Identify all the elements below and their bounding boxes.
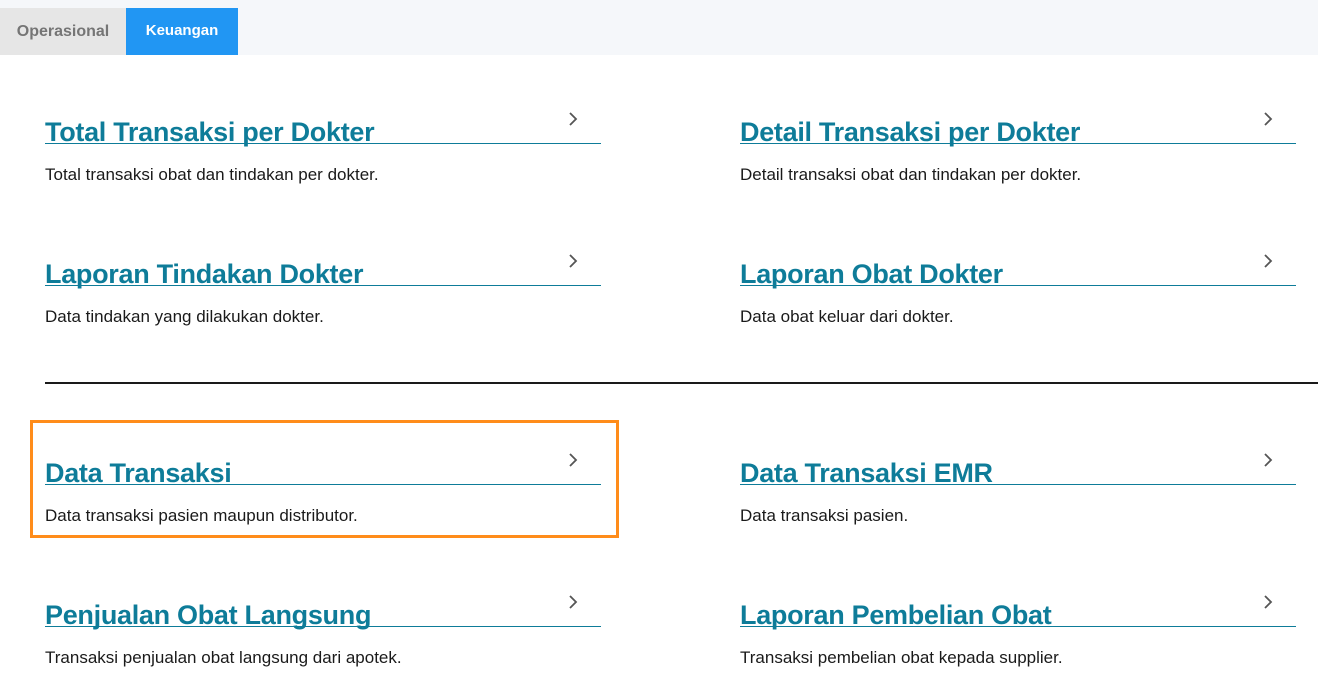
card-title[interactable]: Penjualan Obat Langsung xyxy=(45,600,371,631)
card-header: Penjualan Obat Langsung xyxy=(45,582,601,630)
card-description: Data transaksi pasien. xyxy=(740,506,909,525)
card-header: Data Transaksi EMR xyxy=(740,440,1296,488)
report-card-detail-transaksi-per-dokter[interactable]: Detail Transaksi per Dokter Detail trans… xyxy=(740,99,1296,199)
card-title[interactable]: Laporan Tindakan Dokter xyxy=(45,259,363,290)
card-title[interactable]: Data Transaksi EMR xyxy=(740,458,993,489)
tab-keuangan[interactable]: Keuangan xyxy=(126,8,238,55)
card-header: Laporan Pembelian Obat xyxy=(740,582,1296,630)
report-card-laporan-tindakan-dokter[interactable]: Laporan Tindakan Dokter Data tindakan ya… xyxy=(45,241,601,341)
chevron-right-icon[interactable] xyxy=(1260,253,1276,269)
report-card-data-transaksi-emr[interactable]: Data Transaksi EMR Data transaksi pasien… xyxy=(740,440,1296,540)
card-description: Transaksi pembelian obat kepada supplier… xyxy=(740,648,1063,667)
report-card-total-transaksi-per-dokter[interactable]: Total Transaksi per Dokter Total transak… xyxy=(45,99,601,199)
report-card-laporan-pembelian-obat[interactable]: Laporan Pembelian Obat Transaksi pembeli… xyxy=(740,582,1296,682)
card-title[interactable]: Data Transaksi xyxy=(45,458,232,489)
card-title[interactable]: Detail Transaksi per Dokter xyxy=(740,117,1080,148)
report-card-laporan-obat-dokter[interactable]: Laporan Obat Dokter Data obat keluar dar… xyxy=(740,241,1296,341)
chevron-right-icon[interactable] xyxy=(1260,452,1276,468)
chevron-right-icon[interactable] xyxy=(565,253,581,269)
card-header: Data Transaksi xyxy=(45,440,601,488)
chevron-right-icon[interactable] xyxy=(565,111,581,127)
card-description: Detail transaksi obat dan tindakan per d… xyxy=(740,165,1082,184)
section-divider xyxy=(45,382,1318,384)
card-header: Detail Transaksi per Dokter xyxy=(740,99,1296,147)
tab-bar: Operasional Keuangan xyxy=(0,0,1318,55)
chevron-right-icon[interactable] xyxy=(1260,594,1276,610)
card-title[interactable]: Total Transaksi per Dokter xyxy=(45,117,375,148)
card-description: Transaksi penjualan obat langsung dari a… xyxy=(45,648,402,667)
card-description: Data tindakan yang dilakukan dokter. xyxy=(45,307,324,326)
card-description: Total transaksi obat dan tindakan per do… xyxy=(45,165,379,184)
card-title[interactable]: Laporan Obat Dokter xyxy=(740,259,1003,290)
report-card-data-transaksi[interactable]: Data Transaksi Data transaksi pasien mau… xyxy=(45,440,601,540)
card-header: Laporan Obat Dokter xyxy=(740,241,1296,289)
card-header: Total Transaksi per Dokter xyxy=(45,99,601,147)
chevron-right-icon[interactable] xyxy=(1260,111,1276,127)
chevron-right-icon[interactable] xyxy=(565,594,581,610)
report-card-penjualan-obat-langsung[interactable]: Penjualan Obat Langsung Transaksi penjua… xyxy=(45,582,601,682)
tab-operasional[interactable]: Operasional xyxy=(0,8,126,55)
card-description: Data transaksi pasien maupun distributor… xyxy=(45,506,358,525)
card-title[interactable]: Laporan Pembelian Obat xyxy=(740,600,1052,631)
chevron-right-icon[interactable] xyxy=(565,452,581,468)
card-header: Laporan Tindakan Dokter xyxy=(45,241,601,289)
card-description: Data obat keluar dari dokter. xyxy=(740,307,954,326)
